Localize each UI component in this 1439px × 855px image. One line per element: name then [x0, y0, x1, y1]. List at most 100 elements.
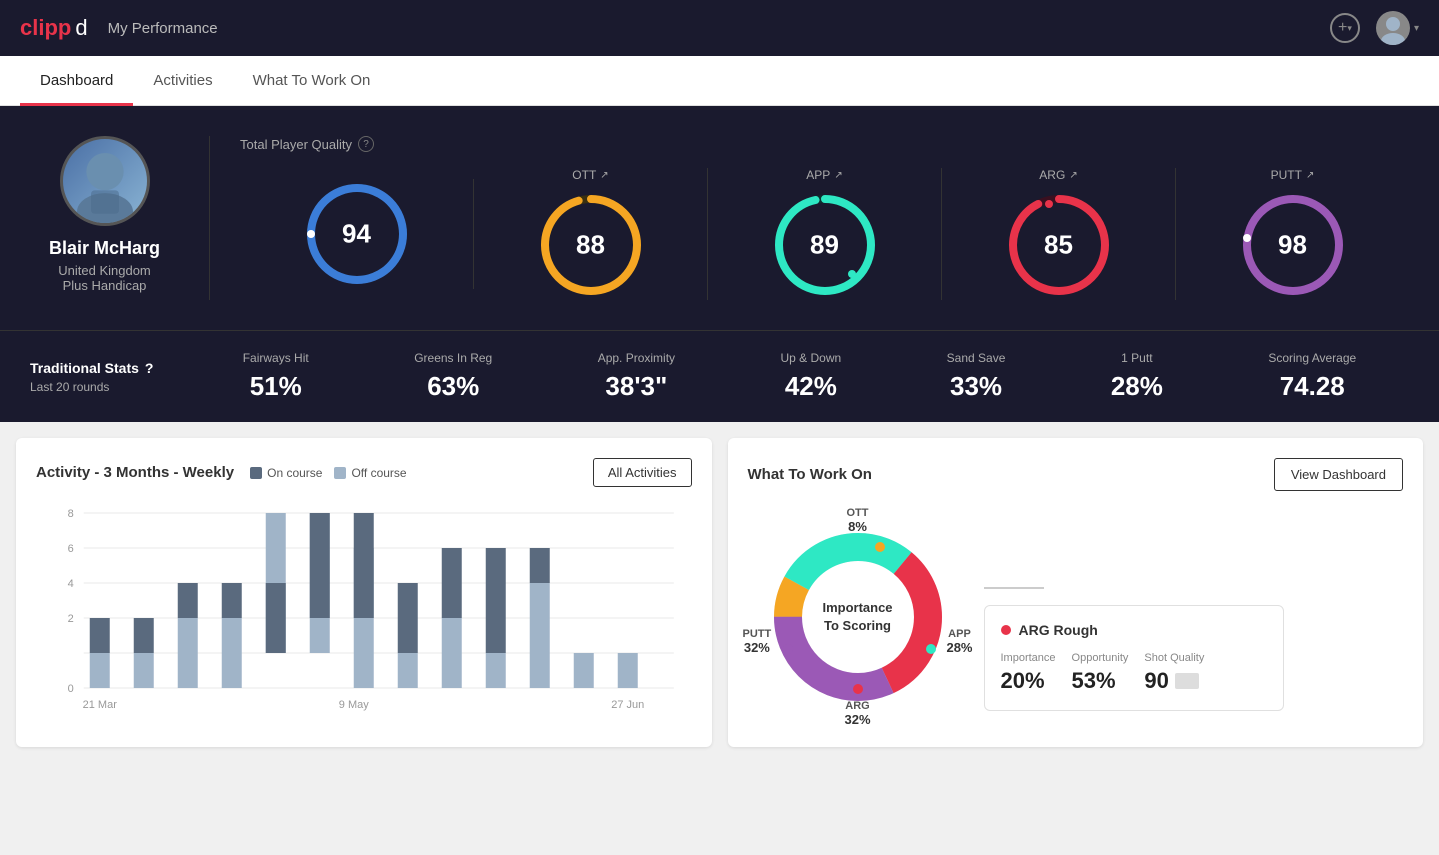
gauge-app-value: 89	[810, 230, 839, 261]
stats-subtitle: Last 20 rounds	[30, 380, 190, 394]
player-country: United Kingdom	[58, 263, 151, 278]
shot-quality-value: 90	[1144, 668, 1168, 694]
donut-chart: OTT 8% APP 28% ARG 32% PUTT	[748, 507, 968, 727]
stat-one-putt-value: 28%	[1111, 371, 1163, 402]
putt-segment-label: PUTT	[743, 628, 772, 640]
arg-label: ARG ↗	[1039, 168, 1077, 182]
app-label: APP ↗	[806, 168, 842, 182]
wtwo-card-title: What To Work On	[748, 466, 872, 483]
bar-chart-svg: 8 6 4 2 0	[36, 503, 692, 723]
stat-greens-in-reg-label: Greens In Reg	[414, 351, 492, 365]
shot-quality-badge	[1175, 673, 1199, 689]
quality-label: Total Player Quality ?	[240, 136, 1409, 152]
off-course-label: Off course	[351, 466, 406, 480]
score-arg: ARG ↗ 85	[942, 168, 1176, 300]
gauge-total-value: 94	[342, 219, 371, 250]
stat-sand-save-value: 33%	[950, 371, 1002, 402]
on-course-dot	[250, 467, 262, 479]
activity-card-title: Activity - 3 Months - Weekly	[36, 464, 234, 481]
info-metrics: Importance 20% Opportunity 53% Shot Qual…	[1001, 652, 1267, 694]
arg-arrow-icon: ↗	[1069, 170, 1077, 181]
stat-app-proximity-label: App. Proximity	[598, 351, 675, 365]
stats-items: Fairways Hit 51% Greens In Reg 63% App. …	[190, 351, 1409, 402]
donut-center-line2: To Scoring	[822, 617, 892, 635]
gauge-app: 89	[770, 190, 880, 300]
stats-title: Traditional Stats ?	[30, 360, 190, 376]
stat-fairways-hit-label: Fairways Hit	[243, 351, 309, 365]
shot-quality-value-row: 90	[1144, 668, 1204, 694]
gauge-ott-value: 88	[576, 230, 605, 261]
ott-segment-label: OTT	[847, 507, 869, 519]
stat-up-down: Up & Down 42%	[781, 351, 842, 402]
player-avatar	[60, 136, 150, 226]
stat-up-down-label: Up & Down	[781, 351, 842, 365]
on-course-label: On course	[267, 466, 322, 480]
stats-help-icon[interactable]: ?	[145, 360, 154, 376]
bottom-section: Activity - 3 Months - Weekly On course O…	[0, 422, 1439, 763]
putt-arrow-icon: ↗	[1306, 170, 1314, 181]
stat-greens-in-reg-value: 63%	[427, 371, 479, 402]
stat-one-putt: 1 Putt 28%	[1111, 351, 1163, 402]
stat-sand-save-label: Sand Save	[947, 351, 1006, 365]
header-title: My Performance	[108, 20, 218, 37]
stat-scoring-avg-value: 74.28	[1280, 371, 1345, 402]
donut-label-ott: OTT 8%	[847, 507, 869, 534]
header-left: clippd My Performance	[20, 15, 218, 41]
all-activities-button[interactable]: All Activities	[593, 458, 692, 487]
logo-clip: clipp	[20, 15, 71, 41]
donut-labels: OTT 8% APP 28% ARG 32% PUTT	[748, 507, 968, 727]
tab-what-to-work-on[interactable]: What To Work On	[233, 56, 391, 106]
stat-app-proximity: App. Proximity 38'3"	[598, 351, 675, 402]
logo-pd: d	[75, 15, 87, 41]
add-button[interactable]: + ▾	[1330, 13, 1360, 43]
red-dot-icon	[1001, 625, 1011, 635]
donut-label-app: APP 28%	[946, 628, 972, 655]
tab-activities[interactable]: Activities	[133, 56, 232, 106]
gauge-putt-value: 98	[1278, 230, 1307, 261]
player-section: Blair McHarg United Kingdom Plus Handica…	[30, 136, 210, 300]
stat-one-putt-label: 1 Putt	[1121, 351, 1152, 365]
svg-text:0: 0	[68, 683, 74, 695]
avatar-chevron: ▾	[1414, 23, 1419, 34]
shot-quality-label: Shot Quality	[1144, 652, 1204, 664]
quality-help-icon[interactable]: ?	[358, 136, 374, 152]
plus-icon: +	[1338, 19, 1347, 37]
ott-label-text: OTT	[572, 168, 596, 182]
donut-label-arg: ARG 32%	[844, 700, 870, 727]
score-ott: OTT ↗ 88	[474, 168, 708, 300]
quality-label-text: Total Player Quality	[240, 137, 352, 152]
gauge-ott: 88	[536, 190, 646, 300]
donut-label-putt: PUTT 32%	[743, 628, 772, 655]
header-right: + ▾ ▾	[1330, 11, 1419, 45]
quality-section: Total Player Quality ? 94 OTT	[210, 136, 1409, 300]
info-card-title-text: ARG Rough	[1019, 622, 1098, 638]
app-arrow-icon: ↗	[834, 170, 842, 181]
stat-sand-save: Sand Save 33%	[947, 351, 1006, 402]
svg-text:6: 6	[68, 543, 74, 555]
stats-bar: Traditional Stats ? Last 20 rounds Fairw…	[0, 330, 1439, 422]
arg-segment-label: ARG	[844, 700, 870, 712]
info-metric-shot-quality: Shot Quality 90	[1144, 652, 1204, 694]
score-app: APP ↗ 89	[708, 168, 942, 300]
tab-dashboard[interactable]: Dashboard	[20, 56, 133, 106]
stats-title-text: Traditional Stats	[30, 360, 139, 376]
opportunity-label: Opportunity	[1072, 652, 1129, 664]
off-course-dot	[334, 467, 346, 479]
importance-value: 20%	[1001, 668, 1056, 694]
legend-on-course: On course	[250, 466, 322, 480]
avatar-button[interactable]: ▾	[1376, 11, 1419, 45]
arg-label-text: ARG	[1039, 168, 1065, 182]
wtwo-card-header: What To Work On View Dashboard	[748, 458, 1404, 491]
bar-chart: 8 6 4 2 0	[36, 503, 692, 723]
logo: clippd	[20, 15, 88, 41]
score-putt: PUTT ↗ 98	[1176, 168, 1409, 300]
view-dashboard-button[interactable]: View Dashboard	[1274, 458, 1403, 491]
info-metric-importance: Importance 20%	[1001, 652, 1056, 694]
donut-center-line1: Importance	[822, 599, 892, 617]
app-label-text: APP	[806, 168, 830, 182]
stat-fairways-hit: Fairways Hit 51%	[243, 351, 309, 402]
stat-app-proximity-value: 38'3"	[605, 371, 667, 402]
add-chevron: ▾	[1347, 23, 1352, 34]
connector-line	[984, 587, 1044, 589]
activity-card-header: Activity - 3 Months - Weekly On course O…	[36, 458, 692, 487]
